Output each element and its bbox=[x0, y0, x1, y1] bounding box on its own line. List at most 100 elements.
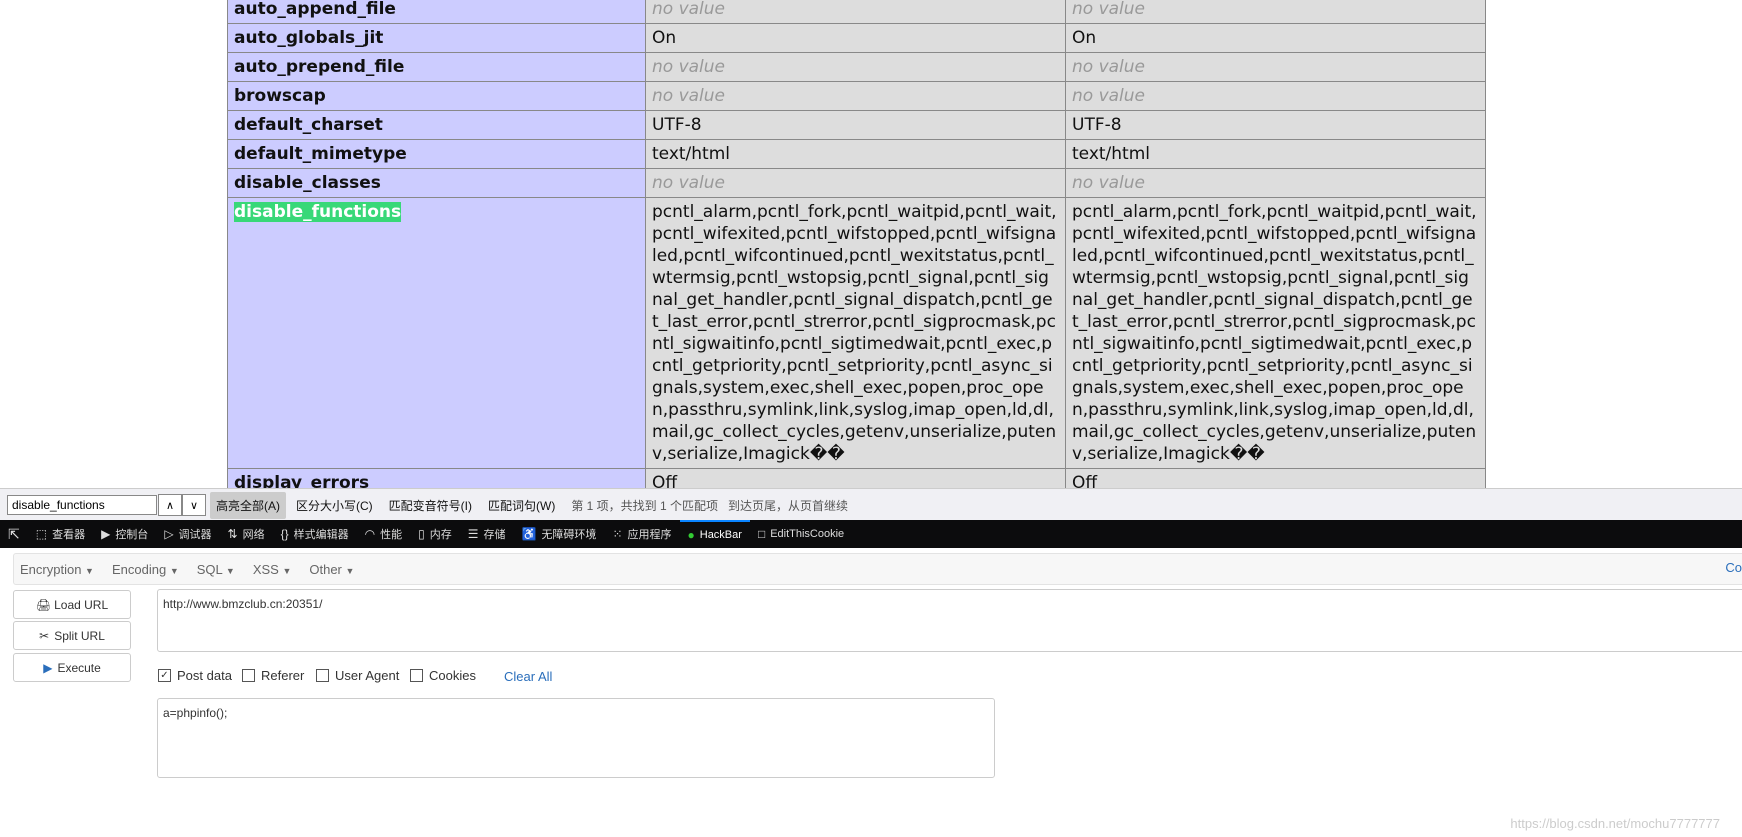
match-case-button[interactable]: 区分大小写(C) bbox=[290, 492, 379, 519]
master-value: no value bbox=[1065, 81, 1486, 111]
menu-encryption[interactable]: Encryption ▼ bbox=[20, 562, 94, 577]
devtools-tab-性能[interactable]: ◠ 性能 bbox=[357, 520, 410, 548]
devtools-tab-无障碍环境[interactable]: ♿ 无障碍环境 bbox=[513, 520, 604, 548]
directive-name: disable_functions bbox=[227, 197, 646, 469]
directive-label: display_errors bbox=[234, 473, 370, 488]
style-editor-icon: {} bbox=[280, 527, 289, 541]
checkbox-cookies[interactable]: Cookies bbox=[410, 668, 476, 683]
checkbox-post-data[interactable]: ✓ Post data bbox=[158, 668, 232, 683]
table-row: auto_append_file no value no value bbox=[227, 0, 1486, 24]
tab-label: 调试器 bbox=[178, 529, 212, 541]
menu-label: XSS bbox=[252, 561, 279, 577]
load-url-button[interactable]: 🖨 Load URL bbox=[13, 590, 131, 619]
directive-name: auto_prepend_file bbox=[227, 52, 646, 82]
tab-label: 查看器 bbox=[52, 529, 86, 541]
checkbox-box[interactable] bbox=[316, 669, 329, 682]
table-row: disable_classes no value no value bbox=[227, 168, 1486, 198]
tab-label: 样式编辑器 bbox=[293, 529, 349, 541]
local-value: no value bbox=[645, 0, 1066, 24]
performance-icon: ◠ bbox=[364, 527, 376, 541]
menu-encoding[interactable]: Encoding ▼ bbox=[112, 562, 179, 577]
devtools-tab-查看器[interactable]: ⬚ 查看器 bbox=[28, 520, 93, 548]
devtools-tab-存储[interactable]: ☰ 存储 bbox=[460, 520, 514, 548]
menu-label: Encoding bbox=[111, 561, 167, 577]
menu-sql[interactable]: SQL ▼ bbox=[197, 562, 235, 577]
play-icon: ▶ bbox=[43, 660, 53, 675]
caret-down-icon: ▼ bbox=[345, 565, 355, 576]
local-value: Off bbox=[645, 468, 1066, 488]
master-value: text/html bbox=[1065, 139, 1486, 169]
caret-down-icon: ▼ bbox=[225, 565, 235, 576]
devtools-tab-控制台[interactable]: ▶ 控制台 bbox=[93, 520, 156, 548]
checkbox-referer[interactable]: Referer bbox=[242, 668, 304, 683]
local-value: On bbox=[645, 23, 1066, 53]
tab-label: 控制台 bbox=[115, 529, 149, 541]
devtools-tab-调试器[interactable]: ▷ 调试器 bbox=[156, 520, 219, 548]
checkbox-box[interactable] bbox=[242, 669, 255, 682]
devtools-tab-应用程序[interactable]: ⁙ 应用程序 bbox=[604, 520, 679, 548]
execute-label: Execute bbox=[57, 660, 101, 675]
split-url-button[interactable]: ✂ Split URL bbox=[13, 621, 131, 650]
checkbox-user-agent[interactable]: User Agent bbox=[316, 668, 399, 683]
directive-label: default_charset bbox=[234, 115, 383, 135]
devtools-tab-网络[interactable]: ⇅ 网络 bbox=[220, 520, 273, 548]
table-row: auto_prepend_file no value no value bbox=[227, 52, 1486, 82]
checkbox-label: Cookies bbox=[429, 668, 476, 683]
phpinfo-page: auto_append_file no value no value auto_g… bbox=[0, 0, 1742, 488]
local-value: text/html bbox=[645, 139, 1066, 169]
checkbox-box[interactable] bbox=[410, 669, 423, 682]
devtools-tab-editthiscookie[interactable]: □ EditThisCookie bbox=[750, 520, 852, 548]
directive-label: auto_append_file bbox=[234, 0, 396, 19]
match-diacritics-button[interactable]: 匹配变音符号(I) bbox=[383, 492, 478, 519]
master-value: pcntl_alarm,pcntl_fork,pcntl_waitpid,pcn… bbox=[1065, 197, 1486, 469]
whole-words-button[interactable]: 匹配词句(W) bbox=[482, 492, 561, 519]
clear-all-link[interactable]: Clear All bbox=[504, 669, 552, 684]
devtools-tab-hackbar[interactable]: ● HackBar bbox=[679, 520, 750, 548]
highlight-all-button[interactable]: 高亮全部(A) bbox=[210, 491, 286, 519]
directive-name: disable_classes bbox=[227, 168, 646, 198]
element-picker-icon[interactable]: ⇱ bbox=[0, 520, 28, 548]
checkbox-label: Post data bbox=[177, 668, 232, 683]
find-bar: ∧ ∨ 高亮全部(A) 区分大小写(C) 匹配变音符号(I) 匹配词句(W) 第… bbox=[0, 488, 1742, 521]
directive-label: auto_globals_jit bbox=[234, 28, 384, 48]
find-input[interactable] bbox=[7, 495, 157, 515]
checkbox-label: User Agent bbox=[335, 668, 400, 683]
menu-label: SQL bbox=[196, 561, 223, 577]
local-value: no value bbox=[645, 81, 1066, 111]
table-row: browscap no value no value bbox=[227, 81, 1486, 111]
menu-xss[interactable]: XSS ▼ bbox=[253, 562, 292, 577]
console-icon: ▶ bbox=[101, 527, 111, 541]
hackbar-menu-cut-item[interactable]: Co bbox=[1725, 560, 1742, 575]
menu-other[interactable]: Other ▼ bbox=[309, 562, 354, 577]
core-config-table: auto_append_file no value no value auto_g… bbox=[227, 0, 1486, 488]
tab-label: HackBar bbox=[699, 529, 742, 541]
local-value: no value bbox=[645, 168, 1066, 198]
execute-button[interactable]: ▶ Execute bbox=[13, 653, 131, 682]
application-icon: ⁙ bbox=[612, 527, 623, 541]
tab-label: 性能 bbox=[380, 529, 403, 541]
debugger-icon: ▷ bbox=[164, 527, 174, 541]
checkbox-box[interactable]: ✓ bbox=[158, 669, 171, 682]
post-data-textarea[interactable]: a=phpinfo(); bbox=[157, 698, 995, 778]
directive-name: auto_globals_jit bbox=[227, 23, 646, 53]
hackbar-panel: Encryption ▼ Encoding ▼ SQL ▼ XSS ▼ Other ▼ … bbox=[0, 548, 1742, 837]
directive-name: display_errors bbox=[227, 468, 646, 488]
master-value: no value bbox=[1065, 168, 1486, 198]
master-value: On bbox=[1065, 23, 1486, 53]
find-previous-button[interactable]: ∧ bbox=[158, 494, 182, 516]
memory-icon: ▯ bbox=[418, 527, 425, 541]
url-textarea[interactable]: http://www.bmzclub.cn:20351/ bbox=[157, 589, 1742, 652]
tab-label: 无障碍环境 bbox=[541, 529, 597, 541]
caret-down-icon: ▼ bbox=[282, 565, 292, 576]
directive-name: browscap bbox=[227, 81, 646, 111]
directive-name: auto_append_file bbox=[227, 0, 646, 24]
menu-label: Encryption bbox=[20, 561, 82, 577]
find-status: 第 1 项，共找到 1 个匹配项 bbox=[571, 498, 719, 513]
find-wrap-status: 到达页尾，从页首继续 bbox=[728, 498, 849, 513]
find-next-button[interactable]: ∨ bbox=[182, 494, 206, 516]
devtools-tab-样式编辑器[interactable]: {} 样式编辑器 bbox=[273, 520, 357, 548]
devtools-tab-内存[interactable]: ▯ 内存 bbox=[410, 520, 460, 548]
editthiscookie-icon: □ bbox=[757, 527, 766, 541]
accessibility-icon: ♿ bbox=[521, 527, 537, 541]
table-row: display_errors Off Off bbox=[227, 468, 1486, 488]
